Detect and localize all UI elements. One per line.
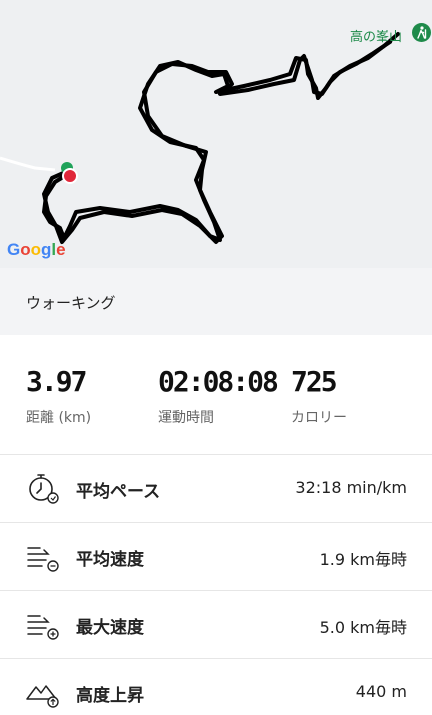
stat-duration: 02:08:08 運動時間 — [158, 365, 279, 427]
metric-row-average-speed[interactable]: 平均速度 1.9 km毎時 — [0, 522, 432, 590]
metric-average-pace-value: 32:18 min/km — [295, 478, 407, 497]
google-logo: Google — [7, 240, 66, 259]
metric-max-speed-name: 最大速度 — [76, 618, 144, 638]
average-speed-icon — [27, 547, 59, 572]
poi-label[interactable]: 高の峯山 — [350, 26, 402, 45]
stat-distance-label: 距離 (km) — [26, 410, 92, 426]
activity-type-label: ウォーキング — [26, 294, 116, 312]
metric-average-pace-name: 平均ペース — [76, 482, 161, 502]
hiking-icon[interactable] — [412, 23, 431, 42]
stat-calories: 725 カロリー — [291, 365, 347, 427]
metric-row-average-pace[interactable]: 平均ペース 32:18 min/km — [0, 454, 432, 522]
stat-calories-label: カロリー — [291, 410, 347, 426]
road-line — [0, 156, 56, 172]
metric-row-elevation-gain[interactable]: 高度上昇 440 m — [0, 658, 432, 715]
stat-calories-value: 725 — [291, 365, 338, 398]
metric-average-speed-value: 1.9 km毎時 — [319, 550, 407, 569]
metric-max-speed-value: 5.0 km毎時 — [319, 618, 407, 637]
max-speed-icon — [27, 615, 59, 640]
metric-row-max-speed[interactable]: 最大速度 5.0 km毎時 — [0, 590, 432, 658]
summary-stats: 3.97 距離 (km) 02:08:08 運動時間 725 カロリー — [0, 335, 432, 450]
stat-duration-label: 運動時間 — [158, 410, 214, 426]
elevation-gain-icon — [26, 685, 59, 708]
stat-distance: 3.97 距離 (km) — [26, 365, 91, 427]
stat-distance-value: 3.97 — [26, 365, 87, 398]
metric-elevation-gain-name: 高度上昇 — [76, 686, 144, 706]
metric-elevation-gain-value: 440 m — [355, 682, 407, 701]
route-track — [42, 32, 400, 244]
stopwatch-icon — [29, 474, 59, 504]
metric-average-speed-name: 平均速度 — [76, 550, 144, 570]
route-map[interactable]: 高の峯山 Google — [0, 0, 432, 268]
end-marker — [62, 168, 78, 184]
activity-type-bar: ウォーキング — [0, 268, 432, 335]
stat-duration-value: 02:08:08 — [158, 365, 279, 398]
